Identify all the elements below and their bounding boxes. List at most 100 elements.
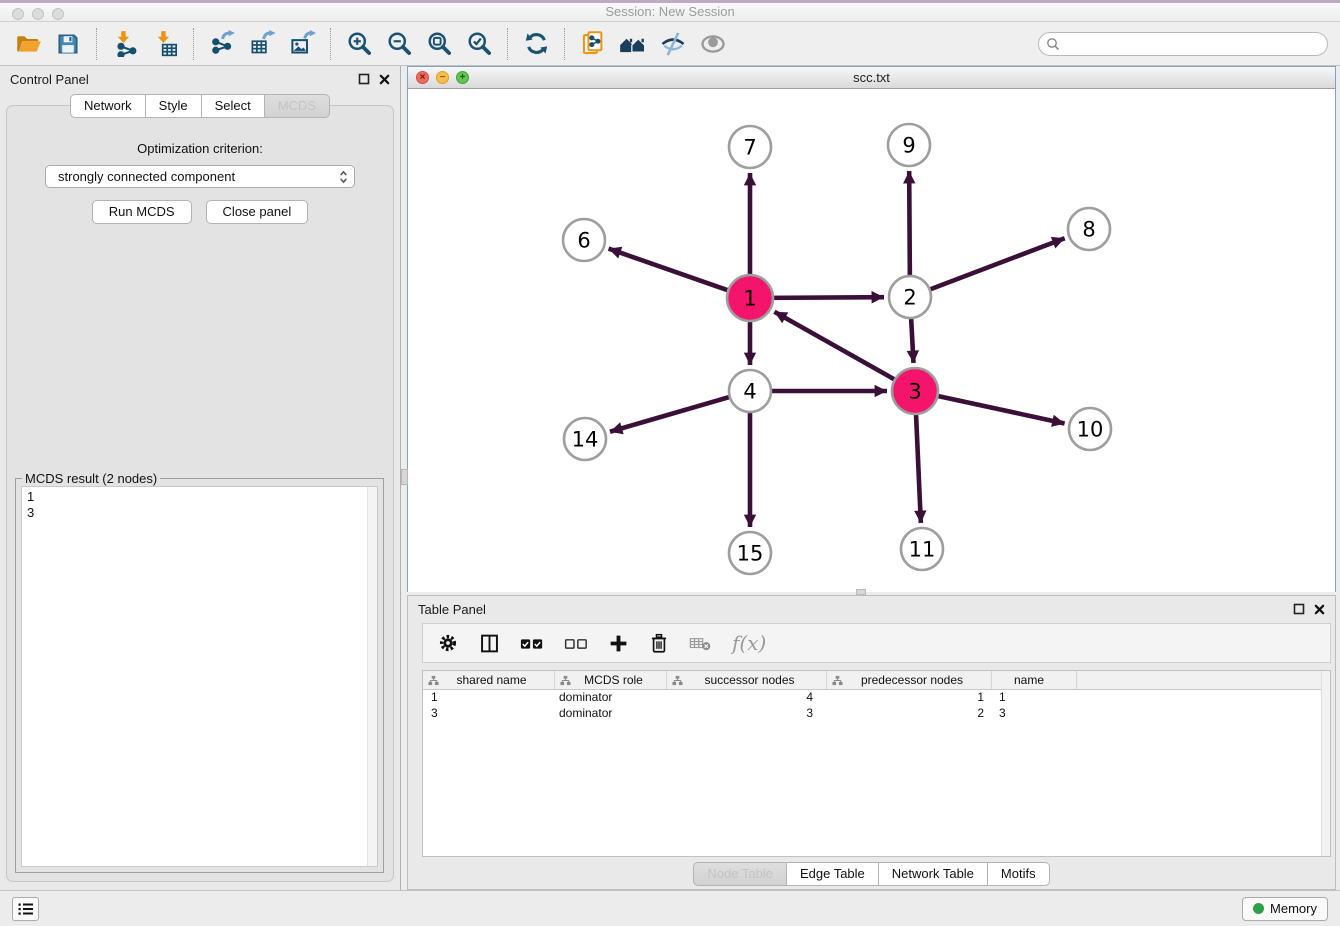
- graph-node-label-1: 1: [743, 287, 756, 311]
- control-panel-tabs: Network Style Select MCDS: [0, 94, 400, 118]
- table-cell[interactable]: 3: [667, 706, 827, 722]
- mcds-result-item: 3: [27, 505, 377, 521]
- column-header-successor-nodes[interactable]: successor nodes: [667, 671, 827, 689]
- tab-network[interactable]: Network: [70, 94, 146, 118]
- application-window: Session: New Session: [0, 0, 1340, 926]
- table-cell[interactable]: 3: [423, 706, 555, 722]
- export-network-icon[interactable]: [206, 28, 238, 60]
- network-maximize-button[interactable]: +: [456, 71, 469, 84]
- toolbar-separator: [564, 28, 565, 60]
- tab-network-table[interactable]: Network Table: [879, 862, 988, 886]
- mcds-panel: Optimization criterion: strongly connect…: [6, 105, 394, 882]
- clone-network-icon[interactable]: [577, 28, 609, 60]
- delete-column-trash-icon[interactable]: [649, 632, 669, 654]
- result-scrollbar[interactable]: [367, 487, 377, 866]
- table-panel: Table Panel: [407, 595, 1336, 890]
- run-mcds-button[interactable]: Run MCDS: [92, 200, 192, 224]
- close-panel-icon[interactable]: [1314, 604, 1325, 615]
- column-header-shared-name[interactable]: shared name: [423, 671, 555, 689]
- tab-select[interactable]: Select: [202, 94, 265, 118]
- zoom-fit-icon[interactable]: [423, 28, 455, 60]
- table-cell[interactable]: 1: [992, 690, 1077, 706]
- import-table-icon[interactable]: [149, 28, 181, 60]
- table-cell[interactable]: 2: [827, 706, 992, 722]
- show-all-eye-icon[interactable]: [697, 28, 729, 60]
- column-header-predecessor-nodes[interactable]: predecessor nodes: [827, 671, 992, 689]
- graph-node-label-10: 10: [1077, 418, 1104, 442]
- import-network-icon[interactable]: [109, 28, 141, 60]
- table-settings-gear-icon[interactable]: [437, 632, 459, 654]
- zoom-in-icon[interactable]: [343, 28, 375, 60]
- graph-edge-2-3[interactable]: [911, 315, 914, 363]
- table-row-0[interactable]: 1dominator411: [423, 690, 1330, 706]
- graph-edge-2-9[interactable]: [909, 171, 910, 279]
- graph-node-label-8: 8: [1082, 218, 1095, 242]
- memory-button[interactable]: Memory: [1242, 897, 1328, 921]
- tab-node-table[interactable]: Node Table: [693, 862, 787, 886]
- table-cell[interactable]: 3: [992, 706, 1077, 722]
- float-panel-icon[interactable]: [1293, 603, 1305, 615]
- graph-edge-2-8[interactable]: [927, 238, 1065, 290]
- split-columns-icon[interactable]: [479, 633, 500, 654]
- graph-edge-3-10[interactable]: [933, 395, 1065, 424]
- graph-node-label-14: 14: [572, 428, 599, 452]
- table-scrollbar[interactable]: [1321, 671, 1330, 856]
- network-graph: 7968124314101511: [408, 89, 1334, 592]
- toolbar-separator: [507, 28, 508, 60]
- close-window-button[interactable]: [12, 8, 24, 20]
- table-cell[interactable]: 1: [423, 690, 555, 706]
- close-panel-icon[interactable]: [379, 74, 390, 85]
- zoom-out-icon[interactable]: [383, 28, 415, 60]
- table-row-1[interactable]: 3dominator323: [423, 706, 1330, 722]
- graph-node-label-2: 2: [903, 286, 916, 310]
- graph-edge-1-2[interactable]: [768, 297, 884, 298]
- tab-mcds[interactable]: MCDS: [265, 94, 330, 118]
- table-toolbar: f(x): [422, 623, 1331, 663]
- graph-edge-1-6[interactable]: [609, 249, 733, 292]
- export-image-icon[interactable]: [286, 28, 318, 60]
- mcds-result-box: MCDS result (2 nodes) 1 3: [15, 478, 384, 873]
- column-header-name[interactable]: name: [992, 671, 1077, 689]
- tab-motifs[interactable]: Motifs: [988, 862, 1050, 886]
- tab-edge-table[interactable]: Edge Table: [787, 862, 879, 886]
- save-icon[interactable]: [52, 28, 84, 60]
- export-table-icon[interactable]: [246, 28, 278, 60]
- vertical-splitter-handle[interactable]: [401, 469, 408, 485]
- hide-selected-eye-icon[interactable]: [657, 28, 689, 60]
- zoom-selected-icon[interactable]: [463, 28, 495, 60]
- table-cell[interactable]: dominator: [555, 706, 667, 722]
- optimization-criterion-label: Optimization criterion:: [7, 141, 393, 156]
- table-cell[interactable]: dominator: [555, 690, 667, 706]
- table-cell[interactable]: 4: [667, 690, 827, 706]
- network-canvas[interactable]: 7968124314101511: [408, 89, 1335, 592]
- graph-node-label-7: 7: [743, 136, 756, 160]
- criterion-value: strongly connected component: [58, 169, 235, 184]
- maximize-window-button[interactable]: [52, 8, 64, 20]
- memory-status-dot: [1253, 903, 1264, 914]
- mcds-result-item: 1: [27, 489, 377, 505]
- graph-edge-3-1[interactable]: [774, 312, 899, 382]
- column-header-MCDS-role[interactable]: MCDS role: [555, 671, 667, 689]
- first-neighbors-icon[interactable]: [617, 28, 649, 60]
- graph-edge-3-11[interactable]: [916, 409, 921, 523]
- add-column-icon[interactable]: [608, 633, 629, 654]
- network-view-window: × − + scc.txt 7968124314101511: [407, 66, 1336, 592]
- close-panel-button[interactable]: Close panel: [206, 200, 309, 224]
- float-panel-icon[interactable]: [358, 73, 370, 85]
- table-cell[interactable]: 1: [827, 690, 992, 706]
- search-input[interactable]: [1038, 32, 1328, 56]
- delete-table-icon[interactable]: [689, 635, 712, 652]
- function-builder-icon[interactable]: f(x): [732, 631, 766, 655]
- criterion-select[interactable]: strongly connected component: [45, 165, 355, 188]
- deselect-all-columns-icon[interactable]: [564, 636, 588, 651]
- select-all-columns-icon[interactable]: [520, 636, 544, 651]
- minimize-window-button[interactable]: [32, 8, 44, 20]
- mcds-result-list[interactable]: 1 3: [21, 486, 378, 867]
- network-minimize-button[interactable]: −: [436, 71, 449, 84]
- refresh-icon[interactable]: [520, 28, 552, 60]
- tab-style[interactable]: Style: [146, 94, 202, 118]
- graph-edge-4-14[interactable]: [610, 396, 733, 432]
- network-close-button[interactable]: ×: [416, 71, 429, 84]
- task-history-button[interactable]: [12, 897, 39, 921]
- open-folder-icon[interactable]: [12, 28, 44, 60]
